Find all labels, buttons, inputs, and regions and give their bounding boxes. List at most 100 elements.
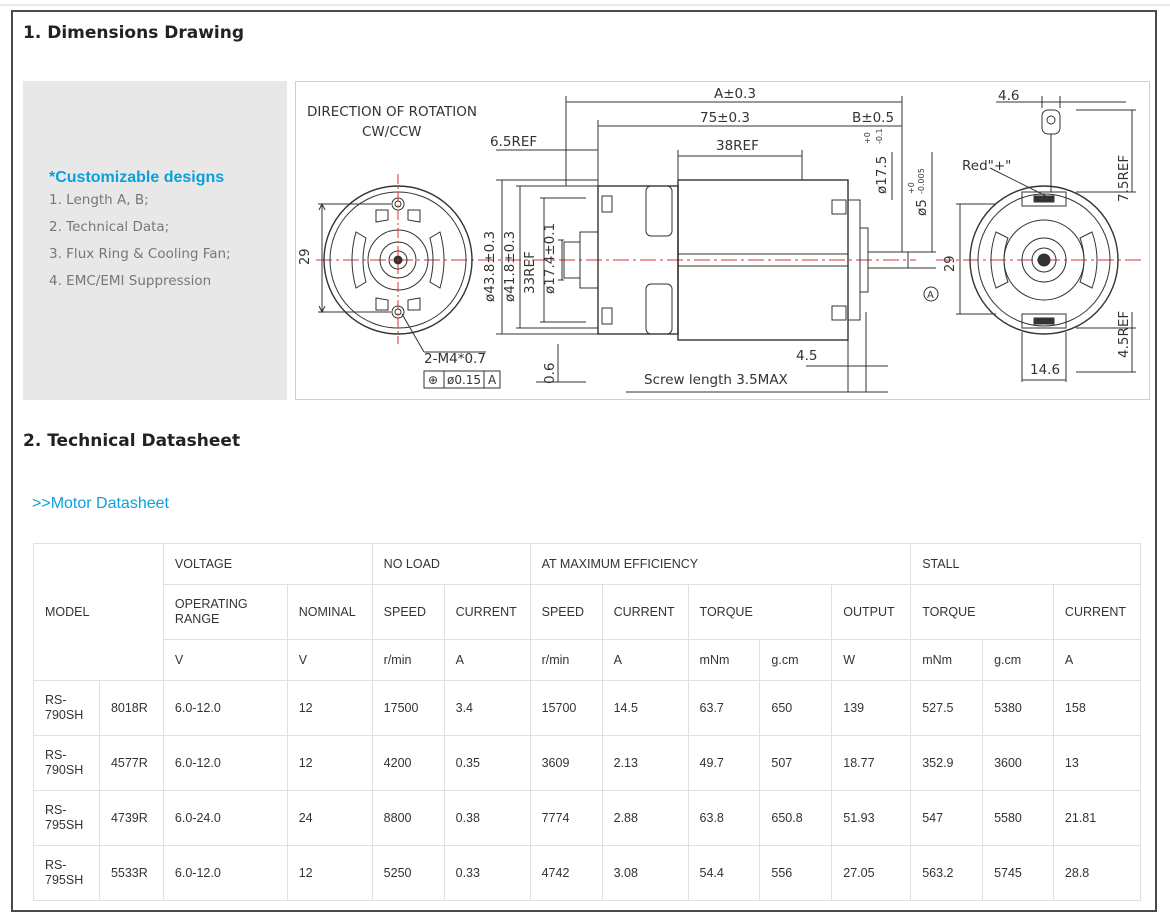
datasheet-table: MODEL VOLTAGE NO LOAD AT MAXIMUM EFFICIE… [33, 543, 1142, 901]
unit-me-speed: r/min [529, 639, 603, 681]
table-row: RS-795SH 4739R 6.0-24.0 24 8800 0.38 777… [33, 790, 1142, 846]
dim-4-5-ref: 4.5REF [1116, 311, 1132, 358]
red-label: Red"+" [962, 158, 1011, 174]
cell-range: 6.0-12.0 [162, 845, 288, 901]
cell-st-current: 28.8 [1052, 845, 1142, 901]
motor-datasheet-link[interactable]: >>Motor Datasheet [32, 495, 169, 513]
datum-label: A [927, 290, 934, 301]
dim-29-left: 29 [298, 248, 313, 265]
cell-me-current: 14.5 [601, 680, 689, 736]
cell-st-torque-mnm: 547 [910, 790, 984, 846]
right-end-view [956, 96, 1136, 382]
cell-nominal: 12 [286, 735, 373, 791]
cell-st-torque-gcm: 3600 [982, 735, 1054, 791]
header-no-load: NO LOAD [371, 543, 531, 585]
dim-a: A±0.3 [714, 86, 756, 102]
cell-code: 4739R [98, 790, 164, 846]
cell-me-speed: 7774 [529, 790, 603, 846]
cell-me-current: 2.88 [601, 790, 689, 846]
table-row: RS-790SH 4577R 6.0-12.0 12 4200 0.35 360… [33, 735, 1142, 791]
cell-range: 6.0-12.0 [162, 680, 288, 736]
dim-5-tol-bottom: -0.005 [917, 168, 926, 194]
unit-me-torque-mnm: mNm [687, 639, 761, 681]
screw-length: Screw length 3.5MAX [644, 372, 788, 388]
dim-17-5-tol-top: +0 [863, 132, 872, 144]
header-model: MODEL [33, 543, 164, 681]
cell-me-torque-mnm: 54.4 [687, 845, 761, 901]
left-end-view [318, 174, 486, 353]
cell-output: 27.05 [831, 845, 912, 901]
position-symbol: ⊕ [428, 373, 438, 387]
header-nominal: NOMINAL [286, 584, 373, 640]
dim-41-8: ø41.8±0.3 [502, 231, 518, 302]
cell-st-torque-mnm: 352.9 [910, 735, 984, 791]
header-unit-row: V V r/min A r/min A mNm g.cm W mNm g.cm … [34, 639, 1142, 681]
dim-29-right: 29 [943, 255, 958, 272]
cell-code: 4577R [98, 735, 164, 791]
header-group-row: MODEL VOLTAGE NO LOAD AT MAXIMUM EFFICIE… [33, 543, 1141, 681]
dimensions-drawing: 29 DIRECTION OF ROTATION CW/CCW 2-M4*0.7… [295, 81, 1150, 400]
header-voltage: VOLTAGE [162, 543, 373, 585]
unit-me-current: A [601, 639, 689, 681]
unit-operating-range: V [162, 639, 288, 681]
cell-nl-speed: 4200 [371, 735, 445, 791]
cell-st-torque-gcm: 5580 [982, 790, 1054, 846]
dim-38: 38REF [716, 138, 759, 154]
cell-me-torque-mnm: 63.8 [687, 790, 761, 846]
dim-6-5: 6.5REF [490, 134, 537, 150]
dim-0-6: 0.6 [542, 363, 558, 384]
cell-me-torque-gcm: 507 [759, 735, 833, 791]
header-max-efficiency: AT MAXIMUM EFFICIENCY [529, 543, 912, 585]
header-operating-range: OPERATING RANGE [162, 584, 288, 640]
cell-st-current: 21.81 [1052, 790, 1142, 846]
top-rule [0, 4, 1170, 6]
cell-output: 18.77 [831, 735, 912, 791]
cell-me-torque-mnm: 63.7 [687, 680, 761, 736]
cell-nl-speed: 5250 [371, 845, 445, 901]
dim-17-5: ø17.5 [874, 156, 890, 194]
header-st-current: CURRENT [1052, 584, 1142, 640]
dim-17-4: ø17.4±0.1 [542, 223, 558, 294]
table-row: RS-790SH 8018R 6.0-12.0 12 17500 3.4 157… [33, 680, 1142, 736]
unit-nominal: V [286, 639, 373, 681]
cell-range: 6.0-24.0 [162, 790, 288, 846]
dim-43-8: ø43.8±0.3 [482, 231, 498, 302]
customizable-item: 4. EMC/EMI Suppression [49, 273, 212, 289]
cell-nominal: 24 [286, 790, 373, 846]
dimensions-title: 1. Dimensions Drawing [23, 23, 245, 43]
dim-b: B±0.5 [852, 110, 894, 126]
cell-me-torque-gcm: 556 [759, 845, 833, 901]
customizable-item: 1. Length A, B; [49, 192, 149, 208]
cell-me-current: 3.08 [601, 845, 689, 901]
cell-me-current: 2.13 [601, 735, 689, 791]
dim-4-5: 4.5 [796, 348, 817, 364]
cell-series: RS-795SH [33, 845, 100, 901]
header-me-speed: SPEED [529, 584, 603, 640]
header-st-torque: TORQUE [910, 584, 1054, 640]
cell-nominal: 12 [286, 680, 373, 736]
header-me-torque: TORQUE [687, 584, 833, 640]
cell-series: RS-790SH [33, 735, 100, 791]
cell-me-speed: 4742 [529, 845, 603, 901]
cell-nl-speed: 17500 [371, 680, 445, 736]
cell-code: 8018R [98, 680, 164, 736]
unit-st-torque-mnm: mNm [910, 639, 984, 681]
unit-st-torque-gcm: g.cm [982, 639, 1054, 681]
dim-75: 75±0.3 [700, 110, 750, 126]
cell-code: 5533R [98, 845, 164, 901]
unit-nl-current: A [443, 639, 531, 681]
cell-range: 6.0-12.0 [162, 735, 288, 791]
cell-me-torque-mnm: 49.7 [687, 735, 761, 791]
cell-nominal: 12 [286, 845, 373, 901]
dim-5-tol-top: +0 [907, 182, 916, 194]
dim-33: 33REF [522, 251, 538, 294]
screw-spec: 2-M4*0.7 [424, 351, 486, 367]
dim-17-5-tol-bottom: -0.1 [875, 128, 884, 144]
unit-nl-speed: r/min [371, 639, 445, 681]
cell-me-torque-gcm: 650 [759, 680, 833, 736]
header-me-current: CURRENT [601, 584, 689, 640]
dim-4-6: 4.6 [998, 88, 1019, 104]
cell-nl-current: 0.38 [443, 790, 531, 846]
cell-nl-speed: 8800 [371, 790, 445, 846]
cell-me-speed: 3609 [529, 735, 603, 791]
